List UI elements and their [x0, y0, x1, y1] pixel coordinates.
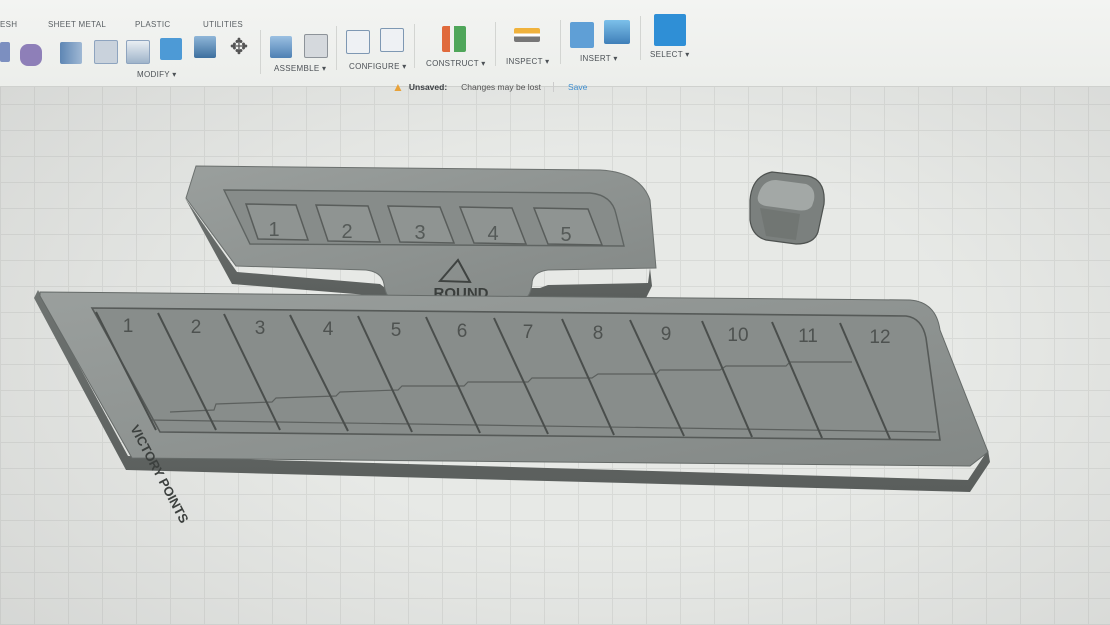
vp-number: 8: [593, 323, 604, 344]
vp-number: 7: [523, 322, 534, 343]
vp-number: 4: [323, 319, 334, 340]
round-number: 5: [560, 224, 571, 246]
vp-number: 5: [391, 320, 402, 341]
vp-number: 1: [123, 316, 134, 337]
vp-number: 10: [727, 325, 748, 346]
vp-number: 6: [457, 321, 468, 342]
vp-number: 2: [191, 317, 202, 338]
round-number: 4: [487, 223, 498, 245]
round-number: 2: [341, 221, 352, 243]
round-number: 3: [414, 222, 425, 244]
victory-points-board[interactable]: 1 2 3 4 5 6 7 8 9 10 11 12 VICTORY POINT…: [34, 290, 990, 526]
round-tracker[interactable]: 1 2 3 4 5 ROUND: [185, 165, 657, 302]
round-number: 1: [268, 219, 279, 241]
model-viewport[interactable]: 1 2 3 4 5 ROUND 1 2 3 4 5 6 7 8 9 10 11 …: [0, 0, 1110, 625]
marker-cube[interactable]: [749, 171, 825, 245]
vp-number: 11: [798, 326, 818, 347]
vp-number: 12: [869, 327, 890, 348]
vp-number: 3: [255, 318, 266, 339]
vp-number: 9: [661, 324, 672, 345]
